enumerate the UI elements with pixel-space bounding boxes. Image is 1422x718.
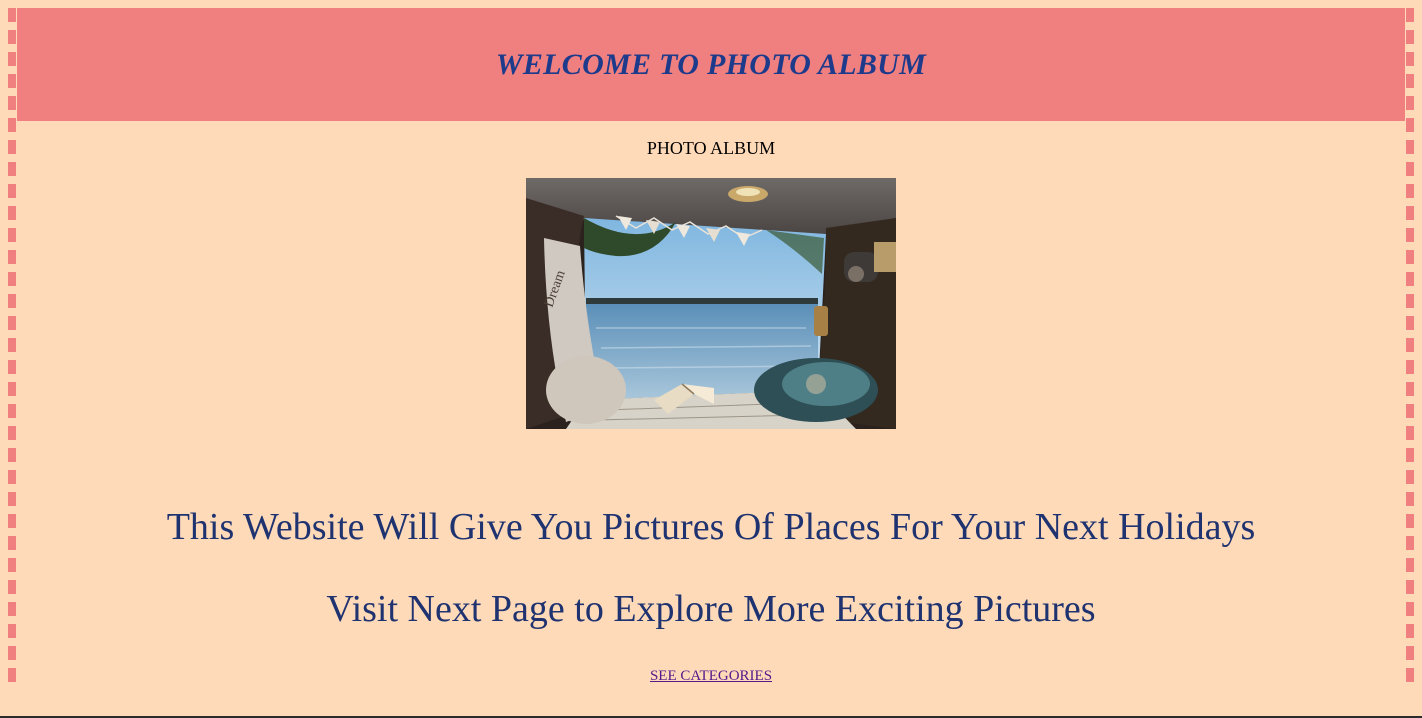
dashed-border-left — [8, 8, 16, 688]
see-categories-container: SEE CATEGORIES — [0, 668, 1422, 685]
page: WELCOME TO PHOTO ALBUM PHOTO ALBUM Dream… — [0, 0, 1422, 716]
tagline-explore: Visit Next Page to Explore More Exciting… — [326, 588, 1096, 630]
tagline-holidays: This Website Will Give You Pictures Of P… — [166, 506, 1256, 548]
site-header: WELCOME TO PHOTO ALBUM — [17, 8, 1405, 121]
see-categories-link[interactable]: SEE CATEGORIES — [650, 668, 772, 684]
album-label: PHOTO ALBUM — [646, 138, 776, 158]
dashed-border-right — [1406, 8, 1414, 688]
page-title: WELCOME TO PHOTO ALBUM — [495, 47, 927, 81]
album-photo: Dream — [526, 178, 896, 429]
